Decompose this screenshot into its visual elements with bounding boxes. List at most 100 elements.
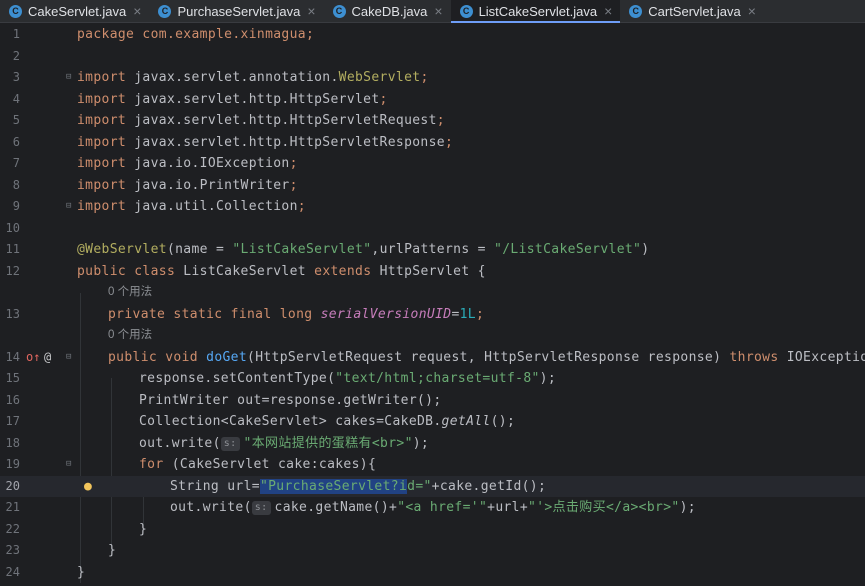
code-token: serialVersionUID [320, 306, 452, 322]
code-token: (); [490, 414, 516, 429]
java-class-icon: C [332, 4, 346, 18]
code-line: 16 PrintWriter out=response.getWriter(); [5, 392, 442, 408]
fold-marker-icon[interactable]: ⊟ [66, 454, 71, 476]
code-line: 7 import java.io.IOException; [12, 156, 298, 171]
editor-tab-bar: C CakeServlet.java × C PurchaseServlet.java ×… [0, 0, 865, 23]
usage-hint[interactable]: 0 个用法 [108, 325, 152, 347]
current-code-line: 20 ● String url="PurchaseServlet?id="+ca… [0, 475, 865, 498]
code-token: java.io.IOException [126, 156, 290, 171]
code-token: out.write( [139, 435, 221, 451]
code-token: ; [289, 177, 298, 193]
code-line: 5 import javax.servlet.http.HttpServletR… [12, 113, 445, 128]
java-class-icon: C [629, 4, 643, 18]
override-icon[interactable]: o↑ [26, 347, 40, 369]
editor-tab[interactable]: C ListCakeServlet.java × [450, 0, 621, 23]
code-token: import [77, 177, 127, 193]
code-token: javax.servlet.http.HttpServletResponse [126, 134, 445, 150]
code-line: 21 out.write(s: cake.getName()+"<a href='… [5, 500, 696, 515]
code-line: 13 private static final long serialVersi… [5, 306, 485, 322]
code-editor[interactable]: 1 package com.example.xinmagua; 2 3 ⊟ im… [0, 23, 865, 586]
tab-label: ListCakeServlet.java [478, 3, 598, 19]
editor-tab[interactable]: C CakeServlet.java × [0, 0, 149, 22]
inlay-hint: s: [220, 436, 240, 451]
usage-hint[interactable]: 0 个用法 [108, 282, 152, 304]
code-token: ListCakeServlet [175, 263, 315, 279]
code-token: public class [77, 263, 176, 279]
code-token: cake.getName()+ [274, 500, 398, 515]
code-token: HttpServlet { [371, 263, 486, 279]
fold-marker-icon[interactable]: ⊟ [66, 347, 71, 369]
editor-tab[interactable]: C CakeDB.java × [324, 0, 451, 22]
code-token: import [77, 113, 127, 128]
bulb-icon[interactable]: ● [84, 476, 92, 498]
code-token: getAll [441, 414, 491, 429]
code-token: extends [314, 263, 372, 279]
close-icon[interactable]: × [746, 3, 758, 19]
fold-marker-icon[interactable]: ⊟ [66, 67, 71, 89]
code-token: ; [444, 134, 454, 150]
code-token: PrintWriter out=response.getWriter(); [139, 392, 442, 408]
inlay-hint: s: [251, 501, 271, 515]
code-token: (name = [166, 242, 233, 257]
code-token: ); [412, 435, 430, 451]
close-icon[interactable]: × [432, 3, 444, 19]
code-token: javax.servlet.annotation. [126, 70, 339, 85]
code-token: import [77, 156, 127, 171]
code-token: ; [475, 306, 485, 322]
editor-tab[interactable]: C PurchaseServlet.java × [149, 0, 323, 22]
code-token: ; [420, 70, 429, 85]
close-icon[interactable]: × [602, 3, 614, 19]
code-token: "<a href='" [397, 500, 488, 515]
code-line: 4 import javax.servlet.http.HttpServlet; [12, 91, 388, 107]
code-token: import [77, 91, 127, 107]
code-line: 18 out.write(s: "本网站提供的蛋糕有<br>"); [5, 435, 430, 451]
close-icon[interactable]: × [305, 3, 317, 19]
code-line: 3 ⊟ import javax.servlet.annotation.WebS… [0, 67, 865, 89]
code-token: = [451, 306, 460, 322]
code-token: Collection<CakeServlet> cakes=CakeDB. [139, 414, 442, 429]
code-token: (CakeServlet cake:cakes){ [163, 457, 377, 472]
code-line: 2 [12, 48, 20, 63]
code-token: java.util.Collection [126, 199, 298, 214]
code-token: package com.example.xinmagua; [77, 27, 315, 42]
code-line: 1 package com.example.xinmagua; [12, 27, 315, 42]
annotation-icon[interactable]: @ [44, 347, 51, 369]
code-token: import [77, 199, 127, 214]
code-line: 22 } [5, 521, 148, 537]
code-token: "text/html;charset=utf-8" [335, 371, 540, 386]
code-token: "'>点击购买</a><br>" [528, 500, 680, 515]
code-token: 1L [459, 306, 476, 322]
close-icon[interactable]: × [131, 3, 143, 19]
fold-marker-icon[interactable]: ⊟ [66, 196, 71, 218]
code-token: throws [729, 349, 779, 365]
code-token: d=" [407, 478, 432, 494]
code-token: (HttpServletRequest request, HttpServlet… [247, 349, 730, 365]
editor-tab[interactable]: C CartServlet.java × [620, 0, 764, 22]
code-line: 9 ⊟ import java.util.Collection; [0, 196, 865, 218]
code-token: ); [679, 500, 696, 515]
code-token: import [77, 134, 127, 150]
code-token: +cake.getId(); [431, 478, 547, 494]
code-token: out.write( [170, 500, 252, 515]
code-line: 11 @WebServlet(name = "ListCakeServlet",… [5, 242, 650, 257]
code-token: doGet [206, 349, 248, 365]
code-token: import [77, 70, 127, 85]
tab-label: PurchaseServlet.java [177, 3, 301, 19]
tab-label: CakeDB.java [351, 3, 428, 19]
code-token: IOException { [786, 349, 865, 365]
java-class-icon: C [9, 4, 22, 18]
code-token: @WebServlet [77, 242, 167, 257]
java-class-icon: C [158, 4, 172, 18]
tab-label: CartServlet.java [648, 3, 741, 19]
java-class-icon: C [459, 4, 473, 18]
code-token: WebServlet [338, 70, 421, 85]
code-line: 15 response.setContentType("text/html;ch… [5, 371, 557, 386]
code-token: ; [379, 91, 388, 107]
code-token: public void [108, 349, 198, 365]
code-token: +url+ [487, 500, 529, 515]
code-token: } [108, 543, 117, 558]
code-line: 17 Collection<CakeServlet> cakes=CakeDB.… [5, 414, 516, 429]
code-token: ; [436, 113, 445, 128]
code-token: String url= [170, 478, 260, 494]
code-line: 10 [5, 220, 20, 235]
